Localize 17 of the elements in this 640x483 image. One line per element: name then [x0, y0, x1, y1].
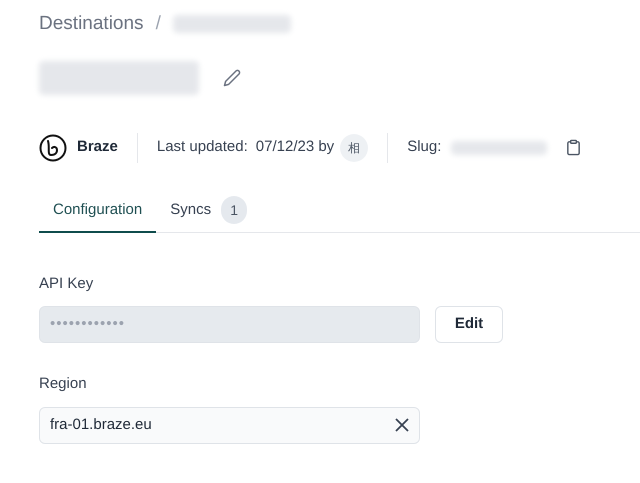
user-avatar: 相 [340, 134, 368, 162]
slug-label: Slug: [407, 137, 442, 158]
field-label: Region [39, 374, 88, 394]
last-updated-value: 07/12/23 by [256, 137, 334, 158]
breadcrumb-separator: / [156, 12, 161, 36]
tab[interactable]: Syncs 1 [156, 190, 262, 232]
last-updated-label: Last updated: [156, 137, 248, 158]
tab[interactable]: Configuration [39, 190, 156, 232]
close-icon[interactable] [395, 418, 409, 432]
count-badge: 1 [221, 196, 248, 224]
pencil-icon[interactable] [223, 68, 241, 86]
input-field[interactable]: fra-01.braze.eu [39, 406, 420, 444]
clipboard-icon[interactable] [565, 139, 582, 156]
logo-icon [39, 134, 67, 162]
field-label: API Key [39, 274, 94, 294]
integration-name: Braze [77, 137, 118, 158]
breadcrumb-link[interactable]: Destinations [39, 10, 144, 38]
